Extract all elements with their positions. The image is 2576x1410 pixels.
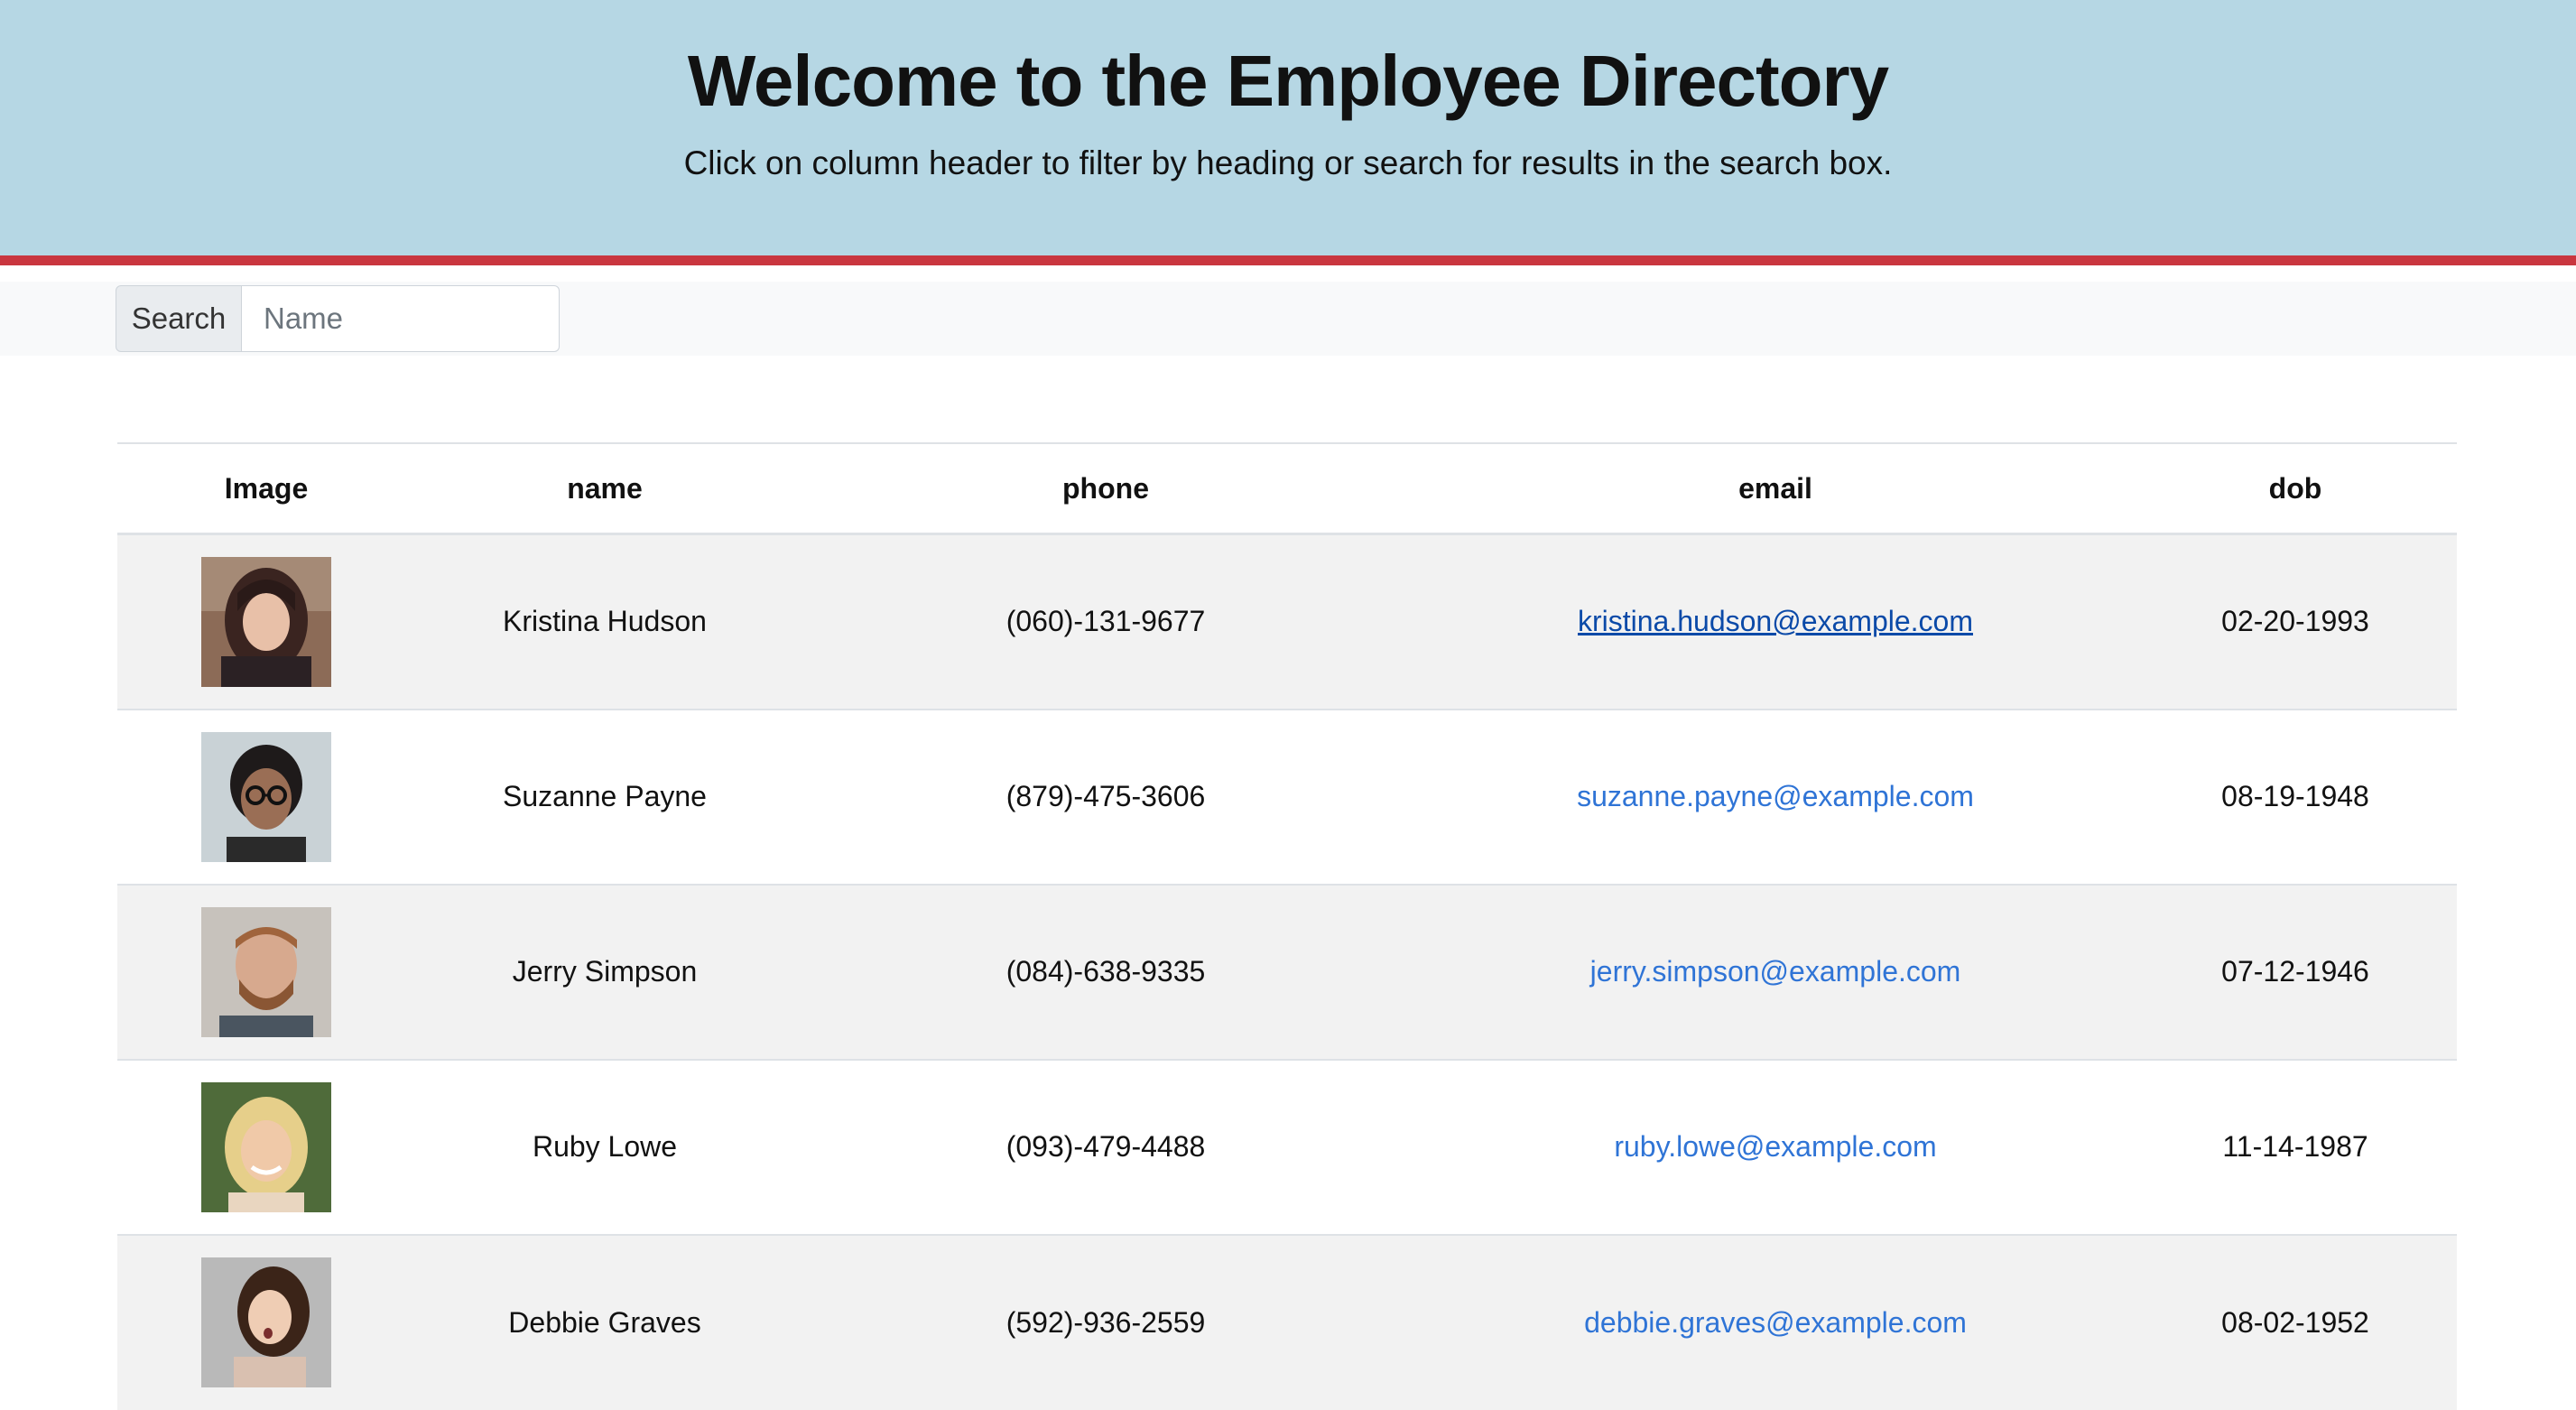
- employee-avatar: [201, 906, 331, 1037]
- employee-name: Debbie Graves: [415, 1233, 794, 1410]
- employee-avatar: [201, 1257, 331, 1387]
- employee-phone: (084)-638-9335: [794, 883, 1417, 1060]
- employee-phone: (592)-936-2559: [794, 1233, 1417, 1410]
- page-subtitle: Click on column header to filter by head…: [683, 144, 1893, 181]
- search-bar: Search: [0, 282, 2576, 356]
- employee-email-link[interactable]: debbie.graves@example.com: [1584, 1306, 1967, 1339]
- employee-phone: (093)-479-4488: [794, 1058, 1417, 1235]
- column-header-phone[interactable]: phone: [794, 442, 1417, 535]
- employee-avatar: [201, 556, 331, 687]
- table-row: Kristina Hudson (060)-131-9677 kristina.…: [117, 533, 2457, 710]
- page-title: Welcome to the Employee Directory: [687, 41, 1889, 121]
- search-label: Search: [116, 285, 242, 352]
- column-header-name[interactable]: name: [415, 442, 794, 535]
- table-row: Ruby Lowe (093)-479-4488 ruby.lowe@examp…: [117, 1058, 2457, 1235]
- header-divider: [0, 255, 2576, 265]
- table-header-row: Image name phone email dob: [117, 442, 2457, 535]
- employee-dob: 07-12-1946: [2134, 883, 2457, 1060]
- employee-dob: 08-02-1952: [2134, 1233, 2457, 1410]
- employee-dob: 02-20-1993: [2134, 533, 2457, 710]
- employee-name: Jerry Simpson: [415, 883, 794, 1060]
- table-row: Suzanne Payne (879)-475-3606 suzanne.pay…: [117, 708, 2457, 885]
- page-header: Welcome to the Employee Directory Click …: [0, 0, 2576, 255]
- employee-name: Ruby Lowe: [415, 1058, 794, 1235]
- table-row: Jerry Simpson (084)-638-9335 jerry.simps…: [117, 883, 2457, 1060]
- employee-email-link[interactable]: ruby.lowe@example.com: [1614, 1130, 1936, 1163]
- search-input[interactable]: [242, 285, 560, 352]
- employee-name: Kristina Hudson: [415, 533, 794, 710]
- employee-email-link[interactable]: suzanne.payne@example.com: [1577, 780, 1974, 812]
- employee-avatar: [201, 1081, 331, 1212]
- employee-email-link[interactable]: jerry.simpson@example.com: [1590, 955, 1961, 988]
- column-header-dob[interactable]: dob: [2134, 442, 2457, 535]
- column-header-image[interactable]: Image: [117, 442, 415, 535]
- employee-email-link[interactable]: kristina.hudson@example.com: [1578, 605, 1973, 637]
- employee-avatar: [201, 731, 331, 862]
- employee-phone: (060)-131-9677: [794, 533, 1417, 710]
- table-row: Debbie Graves (592)-936-2559 debbie.grav…: [117, 1233, 2457, 1410]
- employee-dob: 08-19-1948: [2134, 708, 2457, 885]
- employee-phone: (879)-475-3606: [794, 708, 1417, 885]
- column-header-email[interactable]: email: [1417, 442, 2134, 535]
- employee-table: Image name phone email dob Kristina Huds…: [117, 442, 2457, 1410]
- employee-name: Suzanne Payne: [415, 708, 794, 885]
- employee-dob: 11-14-1987: [2134, 1058, 2457, 1235]
- search-input-group: Search: [116, 285, 560, 352]
